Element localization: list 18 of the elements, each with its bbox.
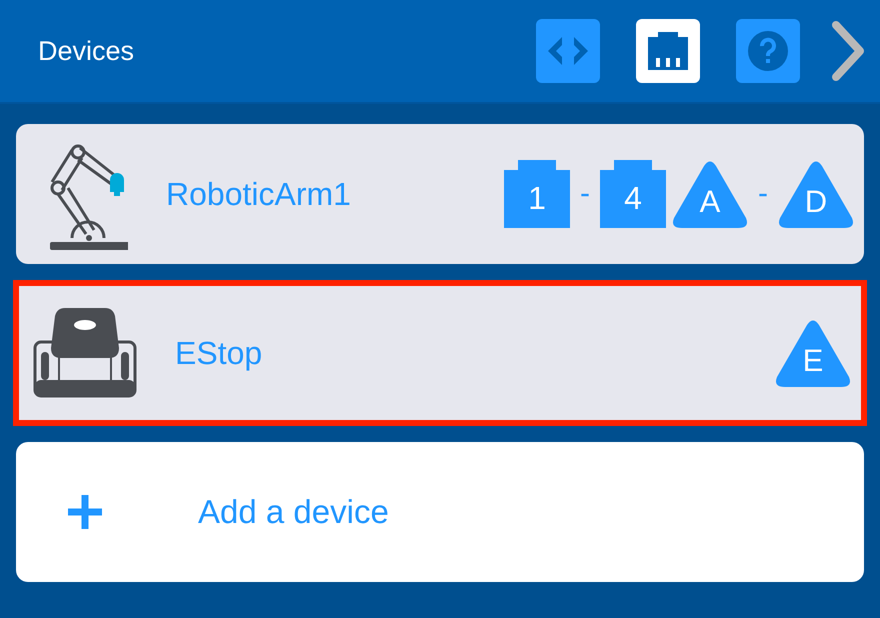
plus-icon [66, 493, 104, 531]
range-dash: - [580, 177, 590, 211]
add-device-button[interactable]: Add a device [16, 442, 864, 582]
device-name: EStop [175, 334, 264, 372]
device-card[interactable]: RoboticArm1 1 - 4 A - D [16, 124, 864, 264]
smart-port-badge: 1 [504, 160, 570, 228]
adi-port-badge: D [778, 160, 854, 228]
page-title: Devices [38, 36, 136, 66]
adi-port-badge: A [672, 160, 748, 228]
adi-port-badge: E [775, 319, 851, 387]
device-card[interactable]: EStop E [13, 280, 867, 426]
header-tab[interactable] [636, 19, 700, 83]
emergency-stop-icon [33, 308, 137, 398]
smart-port-badge: 4 [600, 160, 666, 228]
ethernet-port-icon [648, 32, 688, 70]
device-name: RoboticArm1 [166, 176, 352, 212]
help-icon [748, 31, 788, 71]
range-dash: - [758, 177, 768, 211]
